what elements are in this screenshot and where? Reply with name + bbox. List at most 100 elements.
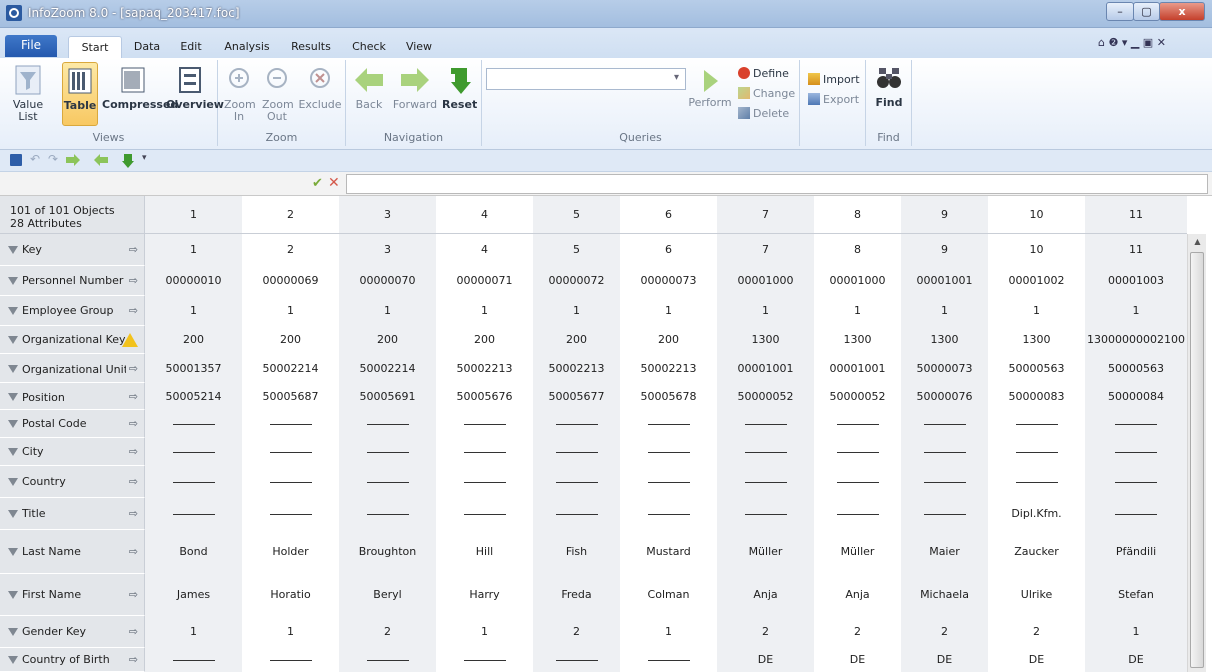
table-cell[interactable]: Pfändili xyxy=(1085,530,1187,574)
query-select[interactable] xyxy=(486,68,686,90)
filter-funnel-icon[interactable] xyxy=(8,448,18,456)
cancel-x-icon[interactable]: ✕ xyxy=(328,175,340,191)
attribute-row-header[interactable]: Key ⇨ xyxy=(0,234,145,266)
table-cell[interactable] xyxy=(339,498,436,530)
table-cell[interactable]: Michaela xyxy=(901,574,988,616)
attribute-row-header[interactable]: Title ⇨ xyxy=(0,498,145,530)
expand-arrow-icon[interactable]: ⇨ xyxy=(129,438,138,465)
expand-arrow-icon[interactable]: ⇨ xyxy=(129,498,138,529)
attribute-row-header[interactable]: First Name ⇨ xyxy=(0,574,145,616)
expand-arrow-icon[interactable]: ⇨ xyxy=(129,616,138,647)
attribute-row-header[interactable]: Position ⇨ xyxy=(0,383,145,410)
table-cell[interactable]: 2 xyxy=(533,616,620,648)
table-cell[interactable]: Müller xyxy=(814,530,901,574)
table-cell[interactable]: 00001001 xyxy=(901,266,988,296)
table-cell[interactable] xyxy=(533,438,620,466)
table-cell[interactable] xyxy=(436,648,533,672)
find-button[interactable]: Find xyxy=(872,62,906,109)
column-header[interactable]: 5 xyxy=(533,196,620,234)
table-cell[interactable]: 00001001 xyxy=(814,354,901,383)
delete-query-button[interactable]: Delete xyxy=(738,106,789,122)
table-cell[interactable] xyxy=(242,410,339,438)
table-cell[interactable] xyxy=(901,498,988,530)
table-cell[interactable]: Fish xyxy=(533,530,620,574)
table-cell[interactable]: 200 xyxy=(242,326,339,354)
table-cell[interactable] xyxy=(145,410,242,438)
table-cell[interactable]: 50000563 xyxy=(988,354,1085,383)
scroll-up-arrow-icon[interactable]: ▲ xyxy=(1188,234,1207,250)
table-cell[interactable]: 50002214 xyxy=(242,354,339,383)
table-cell[interactable] xyxy=(533,410,620,438)
table-cell[interactable]: 50005677 xyxy=(533,383,620,410)
table-cell[interactable]: 1 xyxy=(242,616,339,648)
table-cell[interactable] xyxy=(533,498,620,530)
table-cell[interactable] xyxy=(145,498,242,530)
table-cell[interactable]: 00000010 xyxy=(145,266,242,296)
table-cell[interactable]: 1 xyxy=(145,296,242,326)
table-cell[interactable] xyxy=(717,438,814,466)
table-cell[interactable] xyxy=(145,648,242,672)
quick-forward-icon[interactable] xyxy=(66,154,80,166)
undo-icon[interactable]: ↶ xyxy=(30,152,42,166)
redo-icon[interactable]: ↷ xyxy=(48,152,60,166)
column-header[interactable]: 10 xyxy=(988,196,1085,234)
table-cell[interactable] xyxy=(814,498,901,530)
table-cell[interactable]: 1 xyxy=(436,296,533,326)
attribute-row-header[interactable]: Last Name ⇨ xyxy=(0,530,145,574)
tab-analysis[interactable]: Analysis xyxy=(222,36,272,58)
vertical-scrollbar[interactable]: ▲ xyxy=(1187,234,1206,672)
tab-edit[interactable]: Edit xyxy=(176,36,206,58)
change-query-button[interactable]: Change xyxy=(738,86,795,102)
filter-funnel-icon[interactable] xyxy=(8,307,18,315)
table-cell[interactable]: 00001003 xyxy=(1085,266,1187,296)
table-cell[interactable]: Freda xyxy=(533,574,620,616)
column-header[interactable]: 8 xyxy=(814,196,901,234)
table-cell[interactable]: 50002214 xyxy=(339,354,436,383)
table-cell[interactable]: 1300 xyxy=(717,326,814,354)
table-cell[interactable]: DE xyxy=(901,648,988,672)
table-cell[interactable] xyxy=(339,438,436,466)
table-cell[interactable] xyxy=(436,498,533,530)
table-cell[interactable]: 50005214 xyxy=(145,383,242,410)
table-cell[interactable]: 50005678 xyxy=(620,383,717,410)
table-cell[interactable]: Stefan xyxy=(1085,574,1187,616)
table-cell[interactable] xyxy=(1085,438,1187,466)
table-cell[interactable]: 00001000 xyxy=(814,266,901,296)
zoom-in-button[interactable]: Zoom In xyxy=(224,62,256,123)
table-cell[interactable]: Bond xyxy=(145,530,242,574)
table-cell[interactable]: 6 xyxy=(620,234,717,266)
table-cell[interactable]: 1 xyxy=(436,616,533,648)
attribute-row-header[interactable]: City ⇨ xyxy=(0,438,145,466)
table-cell[interactable]: Hill xyxy=(436,530,533,574)
attribute-row-header[interactable]: Organizational Unit ⇨ xyxy=(0,354,145,383)
table-cell[interactable]: 1 xyxy=(988,296,1085,326)
overview-button[interactable]: Overview xyxy=(166,62,224,111)
table-cell[interactable]: 2 xyxy=(717,616,814,648)
table-cell[interactable]: DE xyxy=(814,648,901,672)
table-cell[interactable]: Dipl.Kfm. xyxy=(988,498,1085,530)
table-cell[interactable]: 50000052 xyxy=(717,383,814,410)
column-header[interactable]: 3 xyxy=(339,196,436,234)
table-cell[interactable]: 00000071 xyxy=(436,266,533,296)
table-cell[interactable]: 00000072 xyxy=(533,266,620,296)
scrollbar-thumb[interactable] xyxy=(1190,252,1204,668)
filter-funnel-icon[interactable] xyxy=(8,548,18,556)
table-cell[interactable]: 2 xyxy=(339,616,436,648)
attribute-row-header[interactable]: Employee Group ⇨ xyxy=(0,296,145,326)
table-cell[interactable]: 50005676 xyxy=(436,383,533,410)
table-cell[interactable]: 5 xyxy=(533,234,620,266)
expand-arrow-icon[interactable]: ⇨ xyxy=(129,354,138,382)
attribute-row-header[interactable]: Gender Key ⇨ xyxy=(0,616,145,648)
table-cell[interactable] xyxy=(145,438,242,466)
table-cell[interactable]: 8 xyxy=(814,234,901,266)
table-cell[interactable]: 50000083 xyxy=(988,383,1085,410)
exclude-button[interactable]: Exclude xyxy=(298,62,342,111)
attribute-row-header[interactable]: Country of Birth ⇨ xyxy=(0,648,145,672)
table-cell[interactable]: 50002213 xyxy=(533,354,620,383)
column-header[interactable]: 6 xyxy=(620,196,717,234)
table-cell[interactable]: James xyxy=(145,574,242,616)
expand-arrow-icon[interactable]: ⇨ xyxy=(129,466,138,497)
table-cell[interactable]: 11 xyxy=(1085,234,1187,266)
compressed-view-button[interactable]: Compressed xyxy=(102,62,178,111)
expand-arrow-icon[interactable]: ⇨ xyxy=(129,234,138,265)
